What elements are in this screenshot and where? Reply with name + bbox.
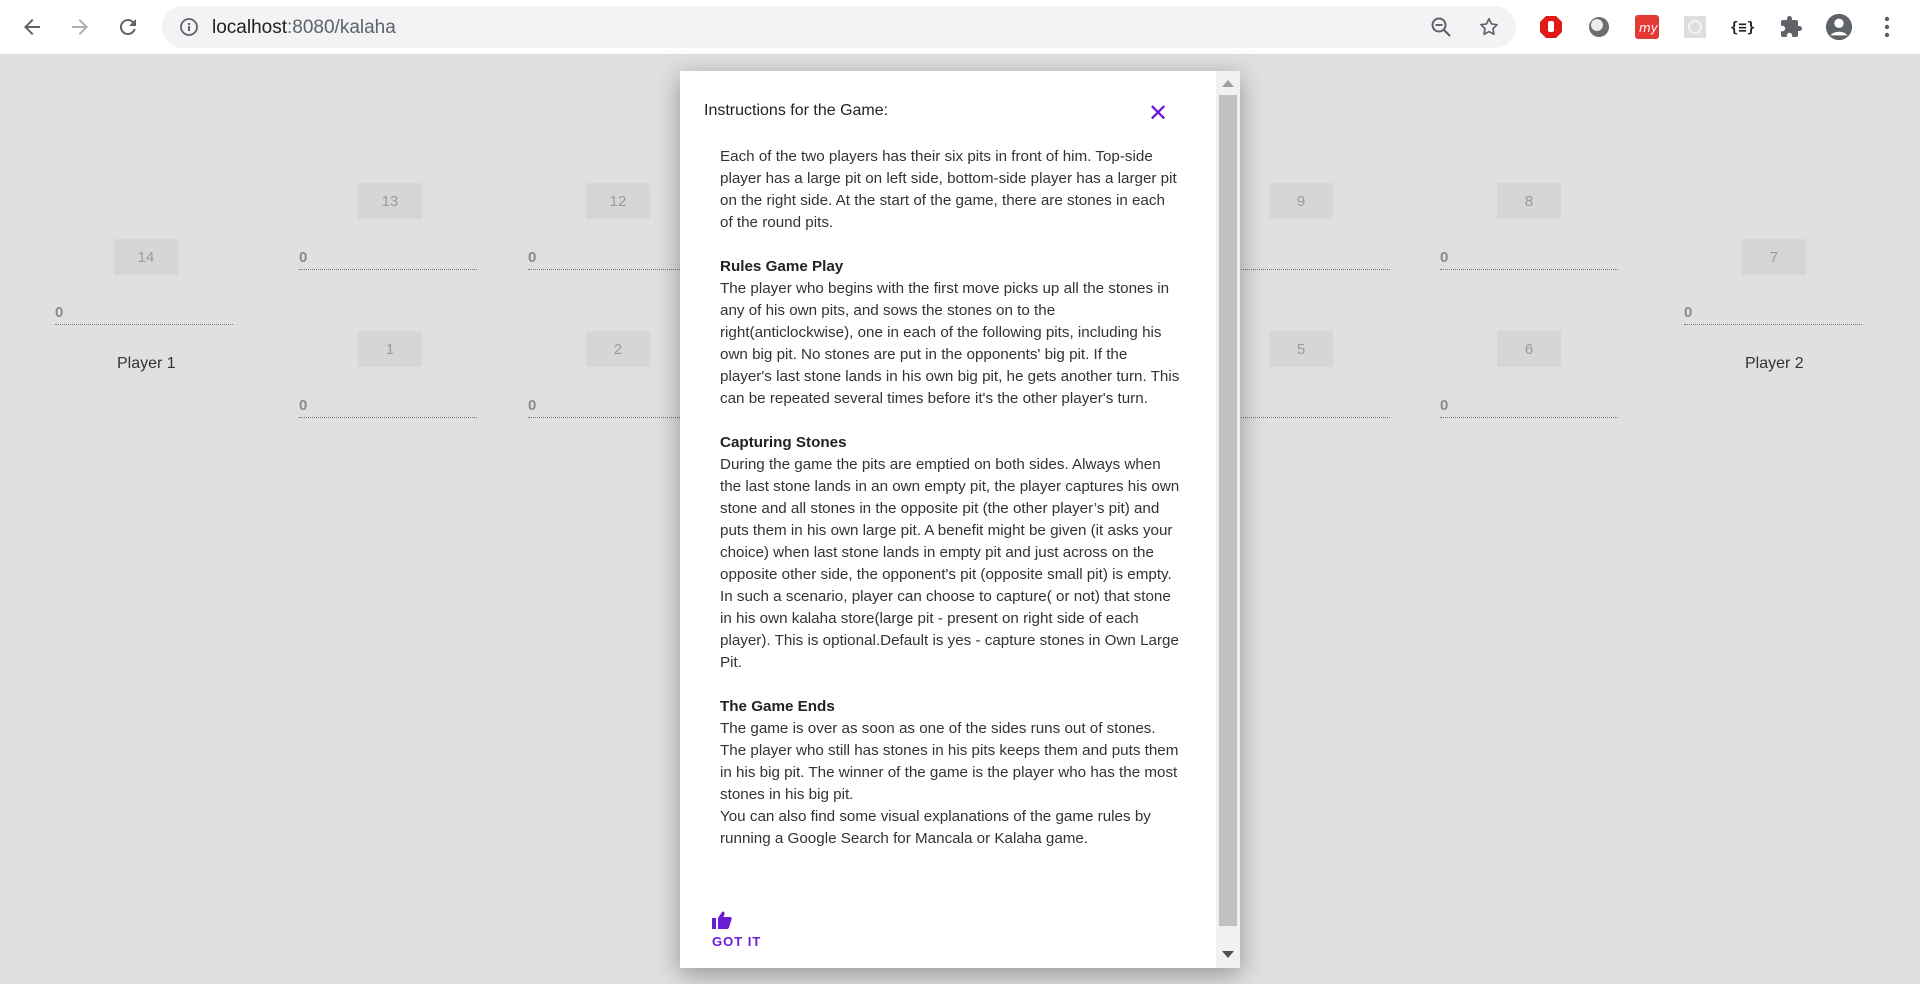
extension-braces-icon[interactable]: {≡} bbox=[1729, 13, 1757, 41]
pit-label-6: 6 bbox=[1497, 331, 1561, 367]
thumbs-up-icon bbox=[712, 911, 734, 931]
instructions-text: Each of the two players has their six pi… bbox=[720, 146, 1180, 850]
dialog-title: Instructions for the Game: bbox=[704, 102, 889, 119]
section-heading-rules: Rules Game Play bbox=[720, 258, 844, 275]
extension-orb-icon[interactable] bbox=[1585, 13, 1613, 41]
kebab-menu-icon[interactable] bbox=[1873, 13, 1901, 41]
extension-grid-icon[interactable] bbox=[1681, 13, 1709, 41]
player-2-label: Player 2 bbox=[1745, 355, 1804, 372]
pit-label-5: 5 bbox=[1269, 331, 1333, 367]
dialog-content: Instructions for the Game: ✕ Each of the… bbox=[680, 71, 1216, 968]
scroll-thumb[interactable] bbox=[1219, 95, 1237, 926]
pit-label-1: 1 bbox=[358, 331, 422, 367]
pit-label-9: 9 bbox=[1269, 183, 1333, 219]
scroll-up-arrow-icon[interactable] bbox=[1222, 80, 1234, 87]
section-heading-capturing: Capturing Stones bbox=[720, 434, 847, 451]
player-1-label: Player 1 bbox=[117, 355, 176, 372]
profile-avatar-icon[interactable] bbox=[1825, 13, 1853, 41]
section-text-capturing: During the game the pits are emptied on … bbox=[720, 456, 1180, 671]
reload-icon[interactable] bbox=[112, 11, 144, 43]
url-path: :8080/kalaha bbox=[287, 17, 396, 38]
intro-paragraph: Each of the two players has their six pi… bbox=[720, 148, 1177, 231]
dialog-scrollbar[interactable] bbox=[1216, 71, 1240, 968]
puzzle-icon[interactable] bbox=[1777, 13, 1805, 41]
address-bar[interactable]: localhost:8080/kalaha bbox=[162, 6, 1516, 48]
address-url[interactable]: localhost:8080/kalaha bbox=[212, 17, 396, 39]
section-text-extra: You can also find some visual explanatio… bbox=[720, 808, 1151, 847]
svg-text:my: my bbox=[1639, 21, 1659, 35]
pit-value-13[interactable]: 0 bbox=[299, 249, 477, 270]
got-it-label: GOT IT bbox=[712, 934, 762, 949]
section-text-rules: The player who begins with the first mov… bbox=[720, 280, 1180, 407]
close-icon[interactable]: ✕ bbox=[1140, 99, 1176, 127]
pit-value-1[interactable]: 0 bbox=[299, 397, 477, 418]
back-arrow-icon[interactable] bbox=[16, 11, 48, 43]
got-it-button[interactable]: GOT IT bbox=[712, 911, 772, 951]
pit-label-2: 2 bbox=[586, 331, 650, 367]
pit-label-12: 12 bbox=[586, 183, 650, 219]
section-text-game-ends: The game is over as soon as one of the s… bbox=[720, 720, 1179, 803]
pit-value-8[interactable]: 0 bbox=[1440, 249, 1618, 270]
store-label-left: 14 bbox=[114, 239, 178, 275]
store-value-right[interactable]: 0 bbox=[1684, 304, 1862, 325]
store-label-right: 7 bbox=[1742, 239, 1806, 275]
extension-myapp-icon[interactable]: my bbox=[1633, 13, 1661, 41]
pit-value-6[interactable]: 0 bbox=[1440, 397, 1618, 418]
instructions-dialog: Instructions for the Game: ✕ Each of the… bbox=[680, 71, 1240, 968]
info-icon[interactable] bbox=[176, 14, 202, 40]
svg-text:{≡}: {≡} bbox=[1730, 20, 1755, 36]
section-heading-game-ends: The Game Ends bbox=[720, 698, 835, 715]
star-icon[interactable] bbox=[1476, 14, 1502, 40]
forward-arrow-icon[interactable] bbox=[64, 11, 96, 43]
pit-label-13: 13 bbox=[358, 183, 422, 219]
browser-toolbar: localhost:8080/kalaha my {≡} bbox=[0, 0, 1920, 55]
url-host: localhost bbox=[212, 17, 287, 38]
scroll-down-arrow-icon[interactable] bbox=[1222, 951, 1234, 958]
zoom-out-icon[interactable] bbox=[1428, 14, 1454, 40]
extension-red-hand-icon[interactable] bbox=[1537, 13, 1565, 41]
pit-label-8: 8 bbox=[1497, 183, 1561, 219]
store-value-left[interactable]: 0 bbox=[55, 304, 233, 325]
